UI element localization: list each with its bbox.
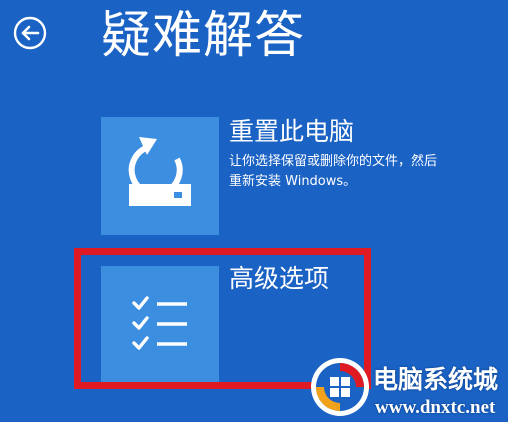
reset-pc-icon bbox=[128, 137, 191, 206]
reset-pc-description-line: 重新安装 Windows。 bbox=[229, 174, 357, 189]
watermark-name: 电脑系统城 bbox=[373, 365, 499, 394]
reset-pc-tile[interactable] bbox=[101, 117, 219, 235]
reset-pc-description-line: 让你选择保留或删除你的文件，然后 bbox=[229, 154, 438, 169]
arrow-left-circle-icon bbox=[13, 16, 47, 50]
reset-pc-description: 让你选择保留或删除你的文件，然后 重新安装 Windows。 bbox=[229, 152, 499, 192]
page-title: 疑难解答 bbox=[101, 6, 305, 64]
reset-pc-title[interactable]: 重置此电脑 bbox=[229, 117, 354, 147]
watermark-url: www.dnxtc.net bbox=[375, 397, 496, 418]
back-button[interactable] bbox=[13, 16, 47, 50]
site-logo-icon bbox=[311, 358, 369, 416]
